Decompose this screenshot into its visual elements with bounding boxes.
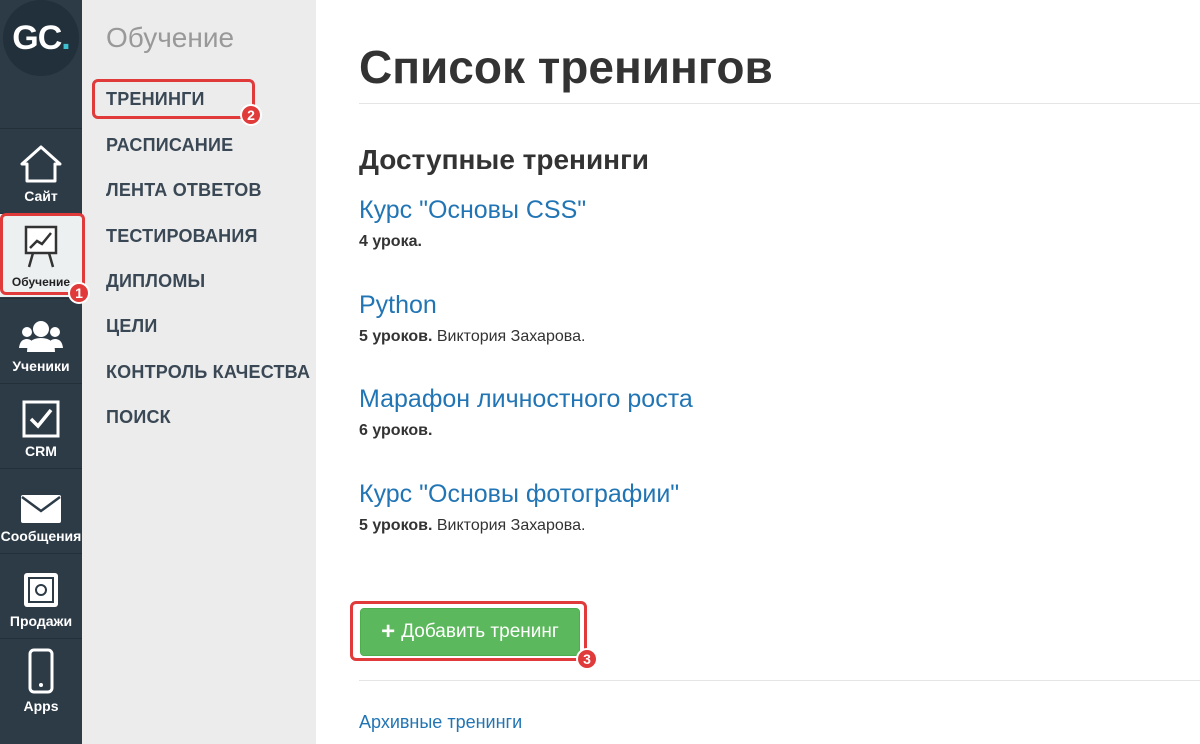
course-author: Виктория Захарова. xyxy=(432,517,586,534)
rail-item-label: Ученики xyxy=(12,358,70,374)
rail-item-students[interactable]: Ученики xyxy=(0,298,82,382)
section-title: Доступные тренинги xyxy=(359,144,649,175)
rail-item-label: Сайт xyxy=(24,188,58,204)
course-meta: 6 уроков. xyxy=(359,422,693,440)
course-link[interactable]: Python xyxy=(359,291,585,320)
course-link[interactable]: Курс "Основы CSS" xyxy=(359,196,586,225)
lesson-count: 5 уроков. xyxy=(359,328,433,345)
rail-item-label: Сообщения xyxy=(0,528,82,544)
rail-item-crm[interactable]: CRM xyxy=(0,383,82,467)
submenu-item-search[interactable]: ПОИСК xyxy=(106,407,171,428)
rail-item-label: Продажи xyxy=(9,613,73,629)
submenu-item-diplomas[interactable]: ДИПЛОМЫ xyxy=(106,271,205,292)
bottom-divider xyxy=(359,680,1200,681)
title-divider xyxy=(359,103,1200,104)
left-rail: GC. Сайт Обучение Ученики CRM Сообщения … xyxy=(0,0,82,744)
page-title: Список тренингов xyxy=(359,41,773,93)
home-icon xyxy=(20,145,62,183)
envelope-icon xyxy=(21,495,61,523)
highlight-add-button xyxy=(350,601,587,661)
logo-dot: . xyxy=(61,18,71,57)
logo[interactable]: GC. xyxy=(0,0,82,82)
list-item: Марафон личностного роста 6 уроков. xyxy=(359,385,693,440)
rail-item-sales[interactable]: Продажи xyxy=(0,553,82,637)
submenu-item-answers-feed[interactable]: ЛЕНТА ОТВЕТОВ xyxy=(106,180,262,201)
step-badge-3: 3 xyxy=(576,648,598,670)
submenu-title: Обучение xyxy=(106,22,235,53)
rail-item-site[interactable]: Сайт xyxy=(0,128,82,212)
logo-text: GC xyxy=(12,18,62,57)
safe-icon xyxy=(24,573,58,607)
course-author: Виктория Захарова. xyxy=(432,328,586,345)
highlight-trainings xyxy=(92,79,255,119)
rail-item-label: CRM xyxy=(25,443,57,459)
users-icon xyxy=(19,321,63,352)
lesson-count: 4 урока. xyxy=(359,233,422,250)
course-link[interactable]: Марафон личностного роста xyxy=(359,385,693,414)
archive-trainings-link[interactable]: Архивные тренинги xyxy=(359,712,522,733)
course-meta: 5 уроков. Виктория Захарова. xyxy=(359,328,585,346)
submenu-item-tests[interactable]: ТЕСТИРОВАНИЯ xyxy=(106,226,258,247)
course-meta: 4 урока. xyxy=(359,233,586,251)
submenu-item-quality-control[interactable]: КОНТРОЛЬ КАЧЕСТВА xyxy=(106,362,310,383)
lesson-count: 5 уроков. xyxy=(359,517,433,534)
submenu-item-schedule[interactable]: РАСПИСАНИЕ xyxy=(106,135,233,156)
step-badge-1: 1 xyxy=(68,282,90,304)
logo-mark: GC. xyxy=(3,0,79,76)
list-item: Python 5 уроков. Виктория Захарова. xyxy=(359,291,585,346)
rail-item-label: Apps xyxy=(23,698,59,714)
step-badge-2: 2 xyxy=(240,104,262,126)
rail-item-apps[interactable]: Apps xyxy=(0,638,82,722)
lesson-count: 6 уроков. xyxy=(359,422,433,439)
rail-item-messages[interactable]: Сообщения xyxy=(0,468,82,552)
course-link[interactable]: Курс "Основы фотографии" xyxy=(359,480,679,509)
list-item: Курс "Основы фотографии" 5 уроков. Викто… xyxy=(359,480,679,535)
phone-icon xyxy=(28,648,54,694)
submenu-item-goals[interactable]: ЦЕЛИ xyxy=(106,316,158,337)
list-item: Курс "Основы CSS" 4 урока. xyxy=(359,196,586,251)
checkbox-icon xyxy=(22,400,60,438)
course-meta: 5 уроков. Виктория Захарова. xyxy=(359,517,679,535)
